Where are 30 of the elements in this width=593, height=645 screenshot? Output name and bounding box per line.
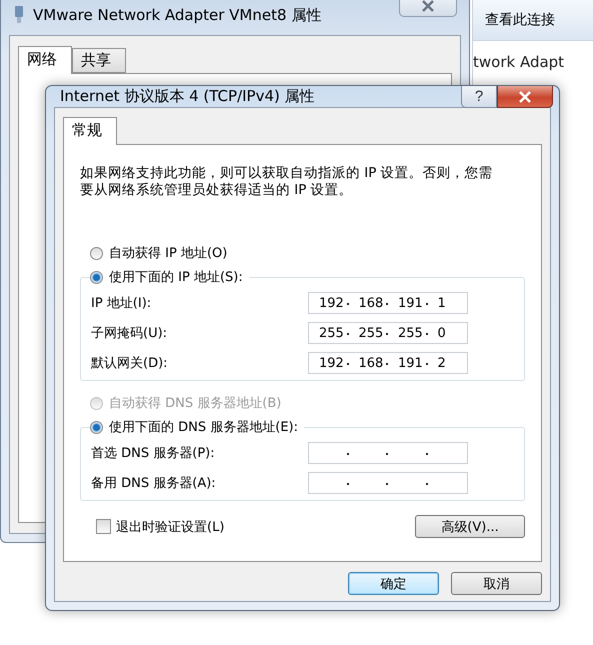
cancel-button[interactable]: 取消 xyxy=(451,572,542,595)
field-label: 备用 DNS 服务器(A): xyxy=(91,475,216,492)
close-icon xyxy=(518,90,532,102)
advanced-button[interactable]: 高级(V)... xyxy=(415,515,525,538)
ip-address-field[interactable]: 192 168 191 2 xyxy=(308,352,468,374)
toolbar-link[interactable]: 查看此连接 xyxy=(485,11,555,29)
help-button[interactable]: ? xyxy=(461,86,497,108)
ip-address-field[interactable] xyxy=(308,442,468,464)
field-label: 首选 DNS 服务器(P): xyxy=(91,445,215,462)
network-adapter-icon xyxy=(13,5,25,25)
checkbox[interactable]: 退出时验证设置(L) xyxy=(96,518,224,536)
adapter-name[interactable]: twork Adapt xyxy=(473,41,593,71)
tab[interactable]: 常规 xyxy=(63,117,117,145)
field-label: 子网掩码(U): xyxy=(91,325,168,342)
tab[interactable]: 共享 xyxy=(72,48,126,73)
description-text: 如果网络支持此功能，则可以获取自动指派的 IP 设置。否则，您需要从网络系统管理员处获得适当的 IP 设置。 xyxy=(80,165,494,199)
field-label: 默认网关(D): xyxy=(91,355,168,372)
radio-button[interactable] xyxy=(90,246,103,260)
ip-address-field[interactable] xyxy=(308,472,468,494)
dialog-title: Internet 协议版本 4 (TCP/IPv4) 属性 xyxy=(60,87,315,106)
ip-address-field[interactable]: 192 168 191 1 xyxy=(308,292,468,314)
close-icon xyxy=(421,0,435,12)
close-button[interactable] xyxy=(497,86,553,108)
ok-button[interactable]: 确定 xyxy=(348,572,439,595)
tab[interactable]: 网络 xyxy=(18,46,72,74)
ip-address-field[interactable]: 255 255 255 0 xyxy=(308,322,468,344)
field-label: IP 地址(I): xyxy=(91,295,152,312)
radio-button[interactable] xyxy=(90,270,103,284)
radio-button[interactable] xyxy=(90,420,103,434)
window-title: VMware Network Adapter VMnet8 属性 xyxy=(33,6,322,24)
